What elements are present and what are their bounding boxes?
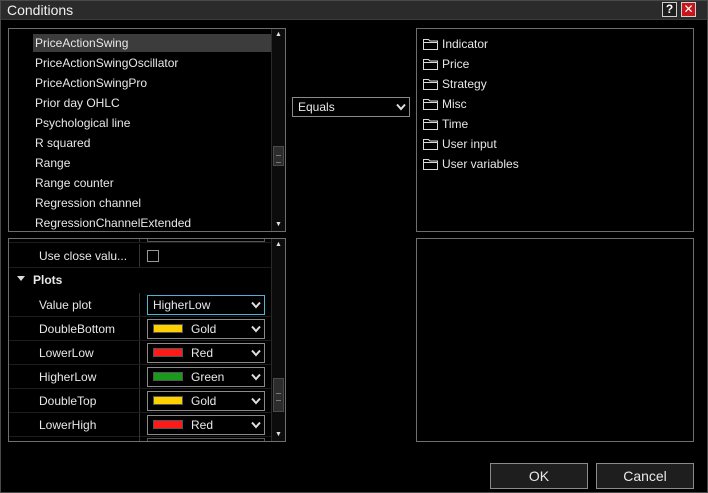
conditions-dialog: Conditions ? ✕ PriceActionSwing PriceActi… — [0, 0, 708, 493]
plot-property-row[interactable]: LowerHigh Red — [9, 413, 271, 437]
description-panel — [416, 238, 694, 442]
indicator-list-item[interactable]: Range counter — [33, 174, 271, 192]
plot-property-row[interactable]: DoubleTop Gold — [9, 389, 271, 413]
close-icon: ✕ — [683, 2, 694, 16]
ok-button[interactable]: OK — [490, 463, 588, 489]
plot-property-row[interactable]: LowerLow Red — [9, 341, 271, 365]
plot-property-label: HigherLow — [39, 370, 97, 384]
category-item[interactable]: Time — [423, 115, 468, 133]
plot-property-label: DoubleBottom — [39, 322, 116, 336]
indicator-list-item[interactable]: PriceActionSwingPro — [33, 74, 271, 92]
chevron-down-icon — [396, 103, 406, 111]
folder-icon — [423, 138, 438, 150]
color-swatch — [153, 420, 183, 430]
operator-value: Equals — [298, 100, 335, 114]
prop-row-clipped-bottom — [9, 436, 271, 441]
plot-property-row[interactable]: HigherLow Green — [9, 365, 271, 389]
use-close-label: Use close valu... — [39, 249, 128, 263]
indicator-list-scrollbar[interactable]: ▲ ▼ — [271, 29, 285, 231]
window-title: Conditions — [7, 2, 74, 18]
plot-value-select[interactable]: Gold — [147, 319, 265, 339]
operator-select[interactable]: Equals — [292, 97, 410, 117]
indicator-list-item[interactable]: Regression channel — [33, 194, 271, 212]
plot-value: Gold — [191, 394, 217, 408]
category-label: Strategy — [442, 77, 487, 91]
chevron-down-icon — [251, 349, 261, 357]
plot-property-row[interactable]: DoubleBottom Gold — [9, 317, 271, 341]
category-item[interactable]: Indicator — [423, 35, 488, 53]
plot-property-label: LowerHigh — [39, 418, 97, 432]
category-item[interactable]: Price — [423, 55, 469, 73]
indicator-list-item[interactable]: PriceActionSwingOscillator — [33, 54, 271, 72]
category-label: Time — [442, 117, 469, 131]
category-item[interactable]: Strategy — [423, 75, 487, 93]
use-close-checkbox[interactable] — [147, 250, 159, 262]
chevron-down-icon — [251, 397, 261, 405]
plot-value: Red — [191, 418, 214, 432]
plot-value: Red — [191, 346, 214, 360]
indicator-list-item[interactable]: PriceActionSwing — [33, 34, 271, 52]
prop-row-use-close[interactable]: Use close valu... — [9, 244, 271, 268]
chevron-down-icon — [251, 325, 261, 333]
plot-value: Gold — [191, 322, 217, 336]
indicator-list-item[interactable]: RegressionChannelExtended — [33, 214, 271, 231]
plot-value-select[interactable]: HigherLow — [147, 295, 265, 315]
plot-value-select[interactable]: Red — [147, 343, 265, 363]
folder-icon — [423, 98, 438, 110]
color-swatch — [153, 348, 183, 358]
indicator-list-item[interactable]: Range — [33, 154, 271, 172]
scroll-up-icon[interactable]: ▲ — [272, 29, 285, 41]
plot-value-select[interactable]: Red — [147, 415, 265, 435]
category-label: Indicator — [442, 37, 489, 51]
folder-icon — [423, 158, 438, 170]
cancel-button[interactable]: Cancel — [596, 463, 694, 489]
plot-property-label: LowerLow — [39, 346, 94, 360]
category-label: Misc — [442, 97, 467, 111]
properties-scrollbar[interactable]: ▲ ▼ — [271, 239, 285, 441]
folder-icon — [423, 38, 438, 50]
help-button[interactable]: ? — [662, 2, 677, 17]
color-swatch — [153, 324, 183, 334]
scroll-down-icon[interactable]: ▼ — [272, 429, 285, 441]
plot-property-row[interactable]: Value plot HigherLow — [9, 293, 271, 317]
category-tree[interactable]: Indicator Price Strategy Misc Time User input… — [416, 28, 694, 232]
plots-category[interactable]: Plots — [9, 268, 271, 292]
prop-row-clipped — [9, 239, 271, 243]
category-item[interactable]: Misc — [423, 95, 467, 113]
category-item[interactable]: User variables — [423, 155, 519, 173]
plots-label: Plots — [33, 273, 63, 287]
category-label: Price — [442, 57, 470, 71]
category-label: User input — [442, 137, 497, 151]
indicator-list[interactable]: PriceActionSwing PriceActionSwingOscillat… — [8, 28, 286, 232]
category-item[interactable]: User input — [423, 135, 497, 153]
title-bar[interactable]: Conditions ? ✕ — [1, 1, 707, 20]
chevron-down-icon — [251, 373, 261, 381]
folder-icon — [423, 78, 438, 90]
indicator-list-item[interactable]: Psychological line — [33, 114, 271, 132]
plot-value: HigherLow — [153, 298, 211, 312]
color-swatch — [153, 396, 183, 406]
plot-value-select[interactable]: Green — [147, 367, 265, 387]
chevron-down-icon — [251, 301, 261, 309]
indicator-list-item[interactable]: R squared — [33, 134, 271, 152]
plot-value: Green — [191, 370, 225, 384]
scroll-thumb[interactable] — [273, 146, 284, 166]
color-swatch — [153, 372, 183, 382]
folder-icon — [423, 118, 438, 130]
chevron-down-icon — [251, 421, 261, 429]
indicator-list-item[interactable]: Prior day OHLC — [33, 94, 271, 112]
plot-value-select[interactable]: Gold — [147, 391, 265, 411]
category-label: User variables — [442, 157, 519, 171]
scroll-down-icon[interactable]: ▼ — [272, 219, 285, 231]
folder-icon — [423, 58, 438, 70]
scroll-up-icon[interactable]: ▲ — [272, 239, 285, 251]
collapse-arrow-icon[interactable] — [17, 276, 25, 281]
plot-property-label: DoubleTop — [39, 394, 97, 408]
scroll-thumb[interactable] — [273, 378, 284, 412]
properties-grid[interactable]: Use close valu... Plots Value plot Higher… — [8, 238, 286, 442]
plot-property-label: Value plot — [39, 298, 92, 312]
close-button[interactable]: ✕ — [681, 2, 696, 17]
